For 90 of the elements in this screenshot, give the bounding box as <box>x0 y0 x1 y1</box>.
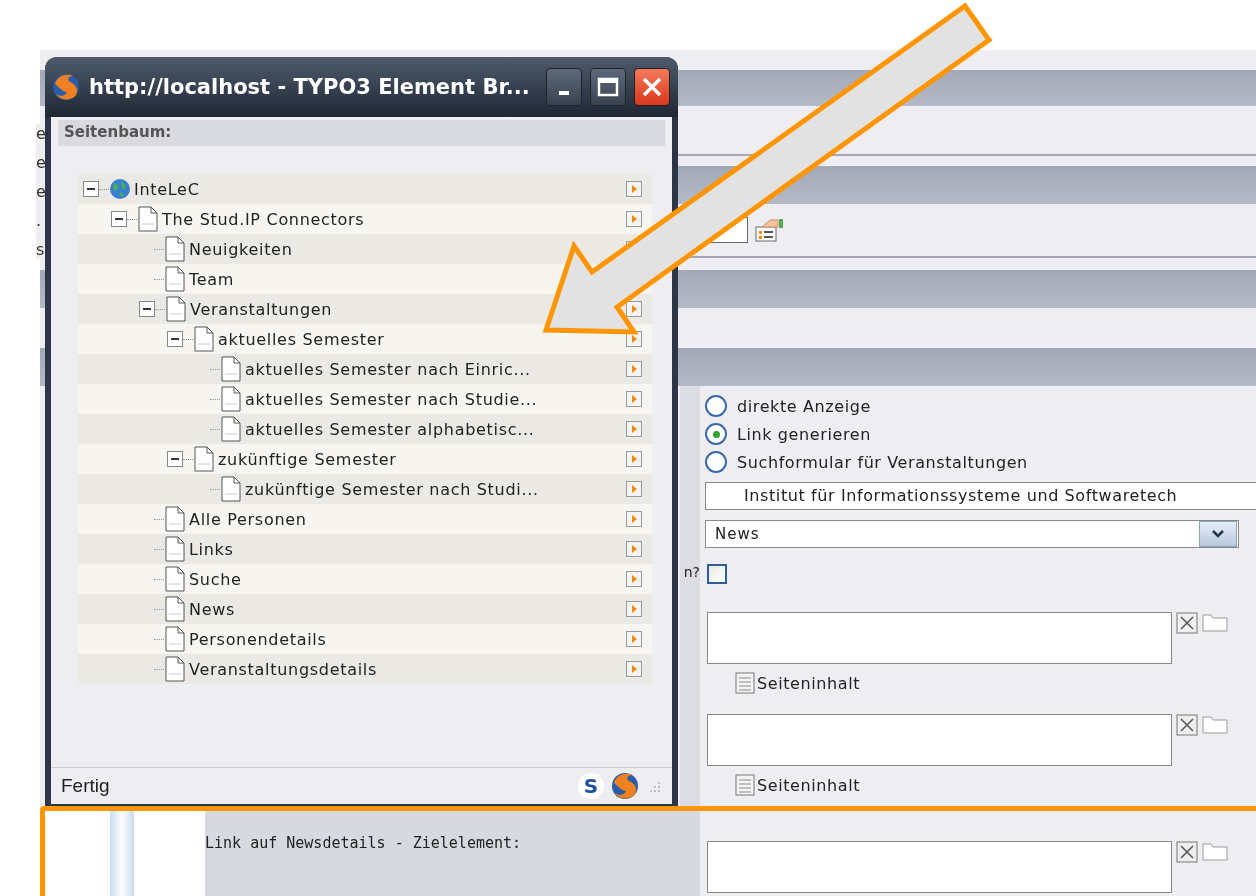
tree-item-label: Links <box>189 539 235 559</box>
checkbox[interactable] <box>707 564 727 584</box>
document-icon <box>735 672 755 694</box>
tree-item-label: aktuelles Semester nach Studie... <box>245 389 539 409</box>
tree-row[interactable]: Suche <box>78 564 652 594</box>
view-select[interactable]: News <box>705 520 1239 548</box>
tree-row[interactable]: aktuelles Semester <box>78 324 652 354</box>
chevron-down-icon <box>1211 529 1225 539</box>
institute-field[interactable]: Institut für Informationssysteme und Softwaretech <box>705 482 1256 510</box>
page-icon <box>193 446 215 472</box>
page-icon <box>220 386 242 412</box>
cut-text: . <box>36 211 43 230</box>
tree-item-label: Veranstaltungsdetails <box>189 659 378 679</box>
tree-row[interactable]: aktuelles Semester nach Einric... <box>78 354 652 384</box>
tree-row[interactable]: zukünftige Semester <box>78 444 652 474</box>
cut-text: e <box>36 182 46 201</box>
page-icon <box>220 416 242 442</box>
cut-text: e <box>36 153 46 172</box>
record-field[interactable] <box>707 714 1172 766</box>
tree-item-label: zukünftige Semester <box>218 449 398 469</box>
page-icon <box>220 356 242 382</box>
page-icon <box>164 596 186 622</box>
tree-row[interactable]: Veranstaltungsdetails <box>78 654 652 684</box>
radio-option[interactable]: Link generieren <box>705 420 871 448</box>
tree-row[interactable]: News <box>78 594 652 624</box>
tree-row[interactable]: aktuelles Semester nach Studie... <box>78 384 652 414</box>
tree-item-label: InteLeC <box>134 179 201 199</box>
page-icon <box>164 566 186 592</box>
clear-icon[interactable] <box>1176 612 1198 634</box>
tree-item-label: Team <box>189 269 236 289</box>
tree-item-label: Suche <box>189 569 243 589</box>
globe-icon <box>109 178 131 200</box>
status-text: Fertig <box>61 775 111 797</box>
tree-row[interactable]: aktuelles Semester alphabetisc... <box>78 414 652 444</box>
collapse-toggle[interactable] <box>167 331 183 347</box>
cut-text: s <box>36 240 46 259</box>
page-content-link[interactable]: Seiteninhalt <box>735 672 1228 694</box>
document-icon <box>735 774 755 796</box>
close-button[interactable] <box>634 68 670 106</box>
tree-row[interactable]: Links <box>78 534 652 564</box>
record-field[interactable] <box>707 612 1172 664</box>
window-title: http://localhost - TYPO3 Element Br... <box>89 75 531 99</box>
tree-row[interactable]: Alle Personen <box>78 504 652 534</box>
tree-row[interactable]: InteLeC <box>78 174 652 204</box>
collapse-toggle[interactable] <box>139 301 155 317</box>
radio-option[interactable]: direkte Anzeige <box>705 392 871 420</box>
tree-item-label: The Stud.IP Connectors <box>162 209 366 229</box>
tree-item-label: Neuigkeiten <box>189 239 294 259</box>
tree-item-label: zukünftige Semester nach Studi... <box>245 479 540 499</box>
close-icon <box>641 76 663 98</box>
page-icon <box>164 506 186 532</box>
minimize-button[interactable] <box>546 68 582 106</box>
collapse-toggle[interactable] <box>167 451 183 467</box>
tree-row[interactable]: The Stud.IP Connectors <box>78 204 652 234</box>
browser-logo-icon <box>51 72 81 102</box>
addon-badge[interactable]: S <box>578 773 604 799</box>
radio-option[interactable]: Suchformular für Veranstaltungen <box>705 448 1028 476</box>
section-heading: Seitenbaum: <box>58 120 665 146</box>
tree-item-label: aktuelles Semester nach Einric... <box>245 359 532 379</box>
tree-item-label: aktuelles Semester <box>218 329 386 349</box>
cut-text: e <box>36 124 46 143</box>
page-icon <box>137 206 159 232</box>
collapse-toggle[interactable] <box>83 181 99 197</box>
tree-item-label: Alle Personen <box>189 509 308 529</box>
maximize-icon <box>597 77 619 97</box>
tree-item-label: Personendetails <box>189 629 328 649</box>
tree-item-label: Veranstaltungen <box>190 299 334 319</box>
page-icon <box>164 266 186 292</box>
page-icon <box>165 296 187 322</box>
maximize-button[interactable] <box>590 68 626 106</box>
minimize-icon <box>559 91 569 95</box>
clear-icon[interactable] <box>1176 841 1198 863</box>
page-icon <box>164 236 186 262</box>
tree-row[interactable]: Personendetails <box>78 624 652 654</box>
form-hand-icon[interactable] <box>754 217 784 243</box>
page-icon <box>164 656 186 682</box>
page-content-link[interactable]: Seiteninhalt <box>735 774 1228 796</box>
tree-row[interactable]: zukünftige Semester nach Studi... <box>78 474 652 504</box>
page-icon <box>164 626 186 652</box>
tree-item-label: News <box>189 599 237 619</box>
page-icon <box>193 326 215 352</box>
browser-logo-icon[interactable] <box>610 771 640 801</box>
clear-icon[interactable] <box>1176 714 1198 736</box>
field-label: Link auf Newsdetails - Zielelement: <box>205 834 522 852</box>
tree-item-label: aktuelles Semester alphabetisc... <box>245 419 536 439</box>
page-icon <box>164 536 186 562</box>
record-field[interactable] <box>707 841 1172 893</box>
page-icon <box>220 476 242 502</box>
field-label: n? <box>683 564 700 580</box>
collapse-toggle[interactable] <box>111 211 127 227</box>
